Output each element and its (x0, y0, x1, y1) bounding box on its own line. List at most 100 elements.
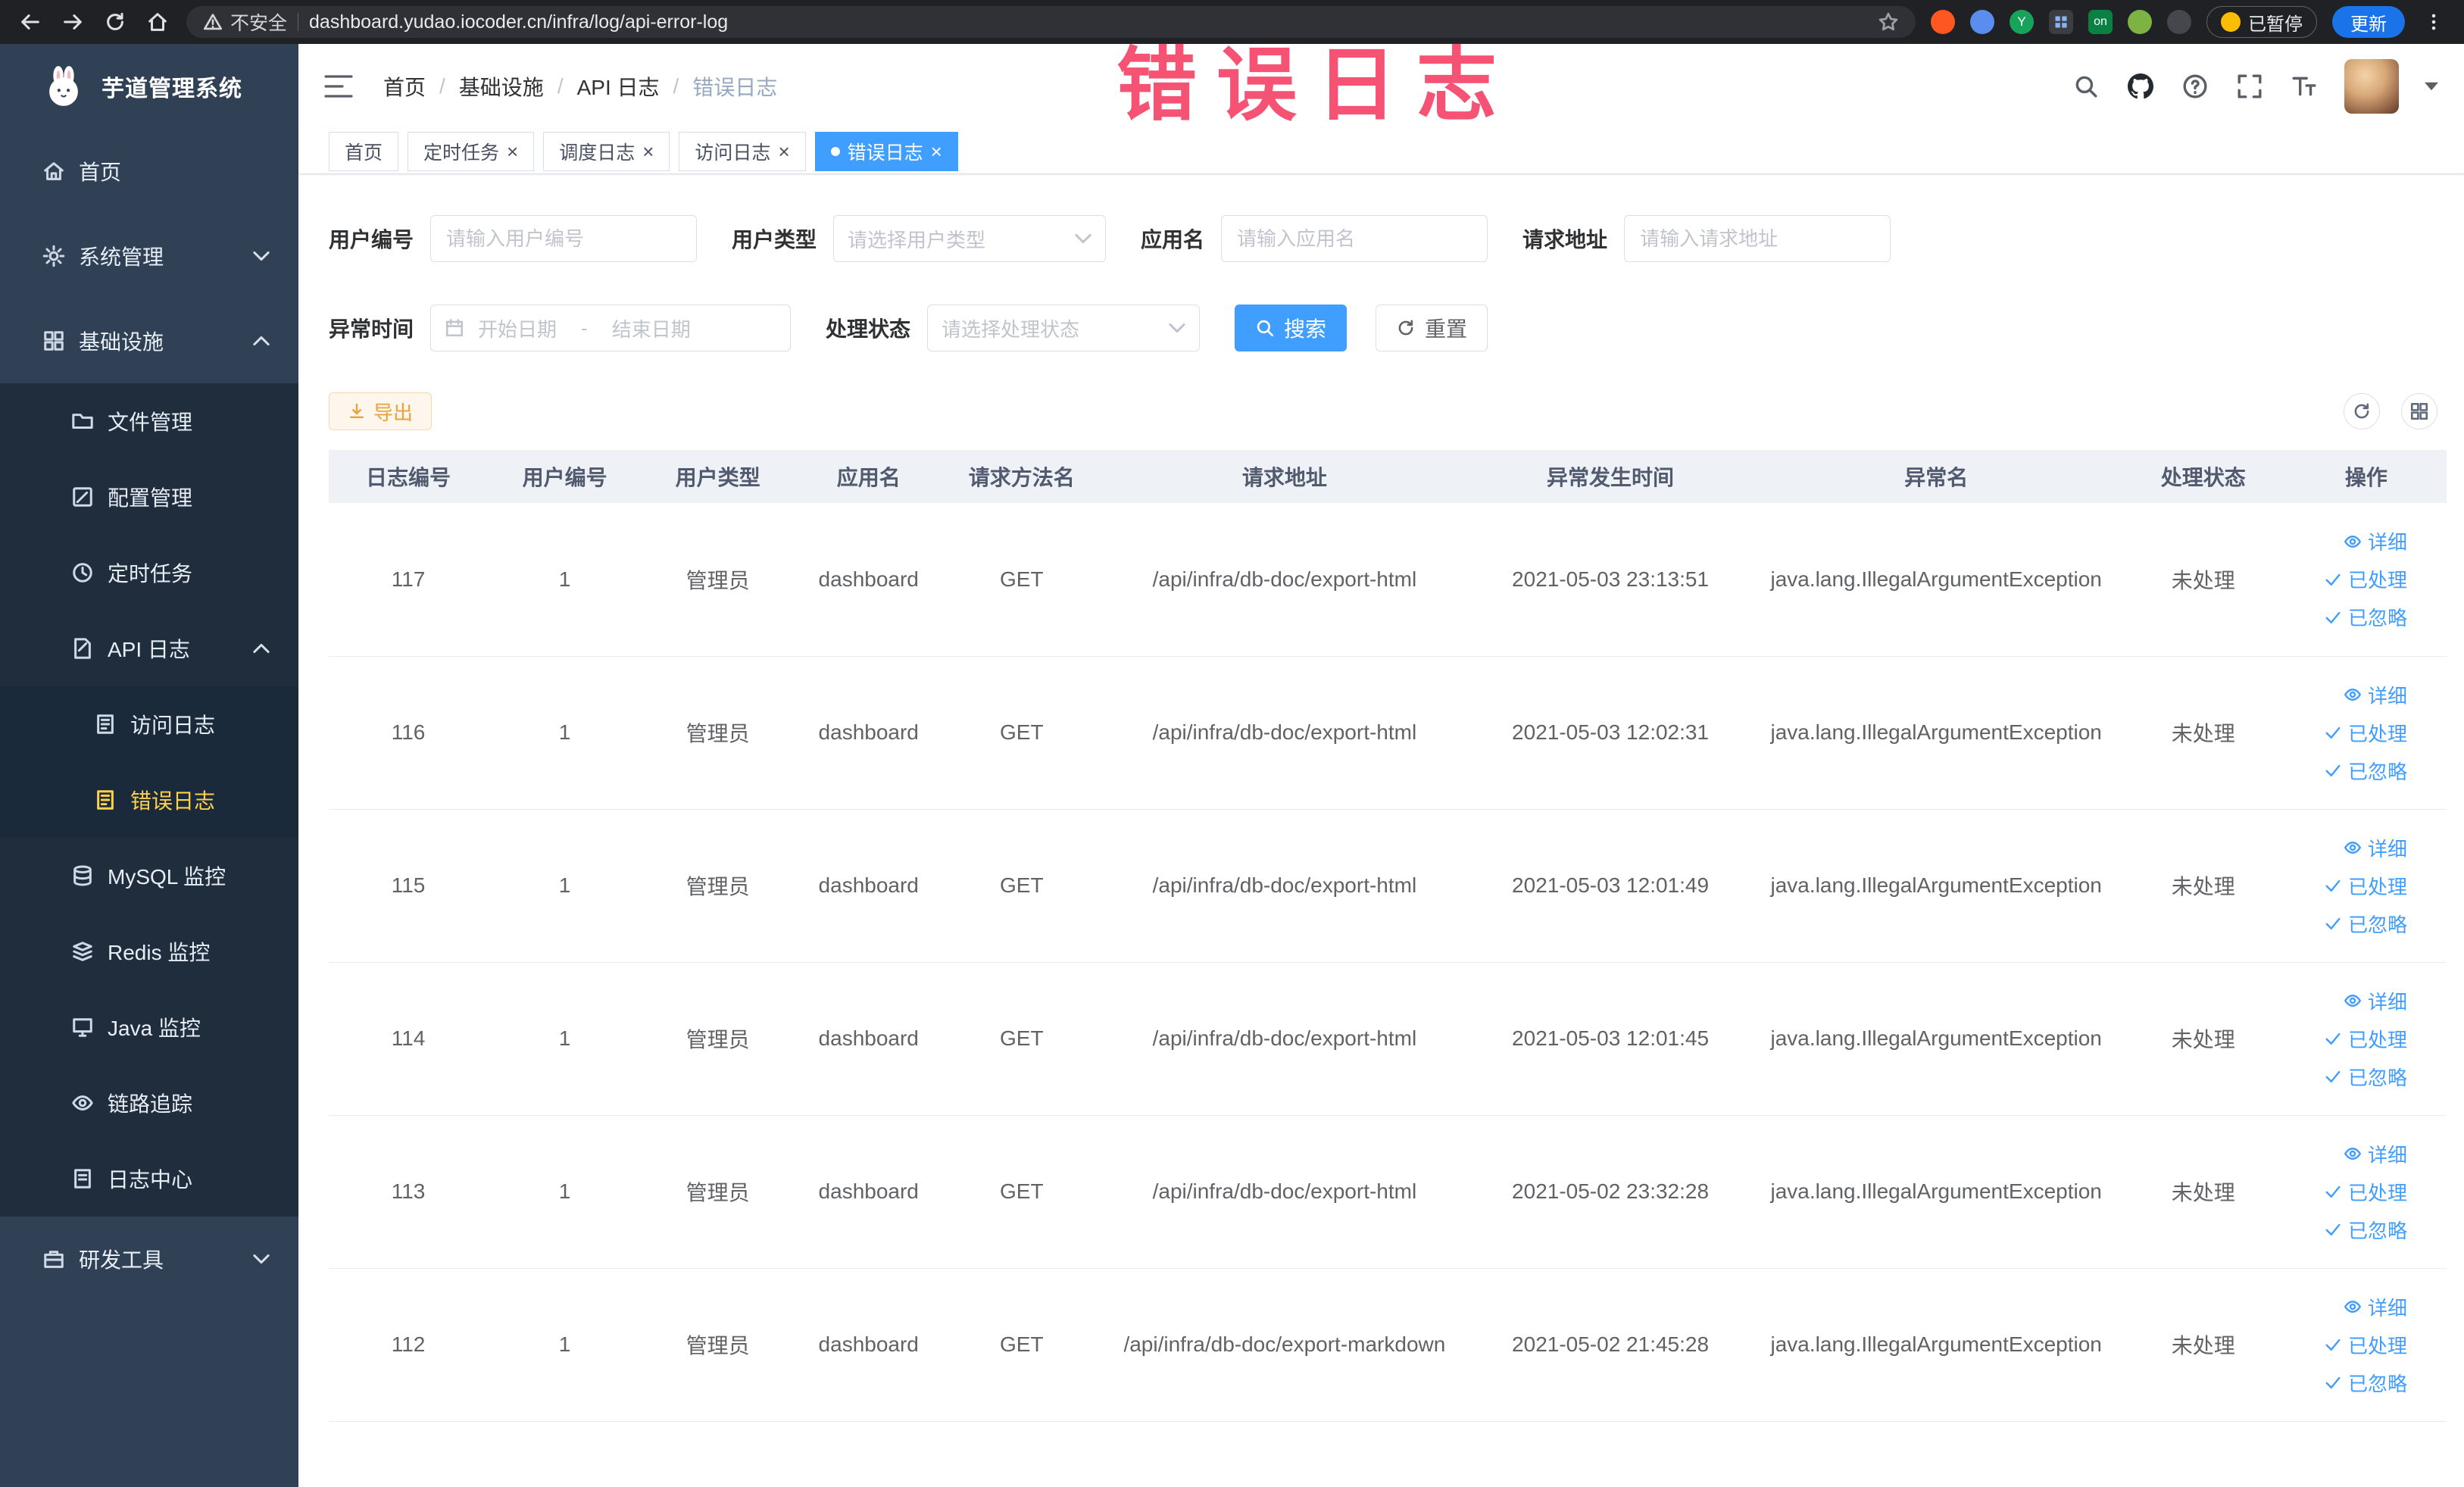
hamburger-icon[interactable] (324, 74, 353, 98)
detail-link[interactable]: 详细 (2286, 676, 2407, 714)
tab-close-icon[interactable]: × (507, 142, 518, 161)
detail-link[interactable]: 详细 (2286, 829, 2407, 867)
extension-grid-icon[interactable] (2049, 10, 2073, 34)
process-status-select[interactable]: 请选择处理状态 (927, 305, 1201, 351)
breadcrumb-infrastructure[interactable]: 基础设施 (459, 71, 544, 102)
fullscreen-icon[interactable] (2235, 72, 2264, 101)
breadcrumb-api-logs[interactable]: API 日志 (577, 71, 660, 102)
extension-orange-icon[interactable] (1931, 10, 1955, 34)
reset-button[interactable]: 重置 (1376, 305, 1488, 351)
detail-link[interactable]: 详细 (2286, 982, 2407, 1020)
mark-processed-link[interactable]: 已处理 (2286, 714, 2407, 751)
mark-ignored-link[interactable]: 已忽略 (2286, 751, 2407, 789)
cell-exception-time: 2021-05-02 23:32:28 (1469, 1115, 1752, 1269)
breadcrumb-separator: / (439, 74, 445, 98)
search-icon[interactable] (2072, 72, 2100, 101)
tab-access-log[interactable]: 访问日志 × (679, 131, 806, 171)
schedule-icon (71, 561, 94, 584)
select-placeholder: 请选择用户类型 (848, 228, 986, 251)
back-icon[interactable] (17, 8, 44, 36)
filter-exception-time: 异常时间 开始日期 - 结束日期 (329, 305, 792, 351)
extension-green-icon[interactable]: Y (2010, 10, 2034, 34)
sidebar-item-redis-monitor[interactable]: Redis 监控 (0, 914, 298, 989)
sidebar-item-mysql-monitor[interactable]: MySQL 监控 (0, 838, 298, 914)
update-label: 更新 (2350, 14, 2387, 35)
forward-icon[interactable] (59, 8, 86, 36)
user-type-select[interactable]: 请选择用户类型 (833, 215, 1107, 262)
tab-close-icon[interactable]: × (778, 142, 789, 161)
detail-label: 详细 (2367, 531, 2407, 555)
paused-pill-button[interactable]: 已暂停 (2206, 6, 2317, 38)
tab-schedule-log[interactable]: 调度日志 × (543, 131, 670, 171)
sidebar-item-java-monitor[interactable]: Java 监控 (0, 989, 298, 1065)
redis-icon (71, 940, 94, 963)
mark-ignored-link[interactable]: 已忽略 (2286, 1057, 2407, 1095)
cell-app-name: dashboard (794, 1268, 944, 1422)
cell-exception-time: 2021-05-03 12:01:49 (1469, 809, 1752, 963)
cell-actions: 详细 已处理 已忽略 (2285, 1115, 2447, 1269)
sidebar-item-system-management[interactable]: 系统管理 (0, 214, 298, 298)
tab-close-icon[interactable]: × (642, 142, 654, 161)
sidebar-item-access-log[interactable]: 访问日志 (0, 686, 298, 762)
mark-processed-link[interactable]: 已处理 (2286, 1173, 2407, 1211)
reload-icon[interactable] (101, 8, 129, 36)
sidebar-item-file-management[interactable]: 文件管理 (0, 383, 298, 459)
sidebar-item-infrastructure[interactable]: 基础设施 (0, 298, 298, 383)
tab-label: 首页 (345, 142, 383, 164)
sidebar-item-scheduled-tasks[interactable]: 定时任务 (0, 535, 298, 611)
mark-ignored-link[interactable]: 已忽略 (2286, 1364, 2407, 1401)
cell-exception-name: java.lang.IllegalArgumentException (1751, 1268, 2121, 1422)
mark-ignored-link[interactable]: 已忽略 (2286, 598, 2407, 636)
detail-link[interactable]: 详细 (2286, 1288, 2407, 1326)
tab-home[interactable]: 首页 (329, 131, 399, 171)
address-bar[interactable]: 不安全 dashboard.yudao.iocoder.cn/infra/log… (186, 6, 1916, 38)
browser-menu-icon[interactable] (2420, 8, 2447, 36)
cell-user-type: 管理员 (642, 1268, 795, 1422)
extension-drop-icon[interactable] (1970, 10, 1994, 34)
sidebar-item-label: 首页 (79, 161, 122, 184)
cell-app-name: dashboard (794, 962, 944, 1116)
sidebar-item-log-center[interactable]: 日志中心 (0, 1141, 298, 1217)
sidebar-item-error-log[interactable]: 错误日志 (0, 762, 298, 838)
mark-ignored-link[interactable]: 已忽略 (2286, 904, 2407, 942)
help-icon[interactable] (2181, 72, 2209, 101)
detail-link[interactable]: 详细 (2286, 523, 2407, 561)
refresh-table-button[interactable] (2344, 393, 2380, 430)
request-url-input[interactable] (1624, 215, 1891, 262)
mark-processed-link[interactable]: 已处理 (2286, 1020, 2407, 1057)
mark-processed-link[interactable]: 已处理 (2286, 867, 2407, 904)
search-button[interactable]: 搜索 (1235, 305, 1348, 351)
column-settings-button[interactable] (2401, 393, 2437, 430)
tab-scheduled-tasks[interactable]: 定时任务 × (408, 131, 535, 171)
github-icon[interactable] (2126, 72, 2155, 101)
font-size-icon[interactable] (2290, 72, 2319, 101)
devtools-icon (42, 1248, 65, 1270)
extension-leaf-icon[interactable] (2128, 10, 2152, 34)
extension-paw-icon[interactable] (2167, 10, 2191, 34)
tab-close-icon[interactable]: × (931, 142, 942, 161)
breadcrumb-home[interactable]: 首页 (383, 71, 426, 102)
sidebar-item-home[interactable]: 首页 (0, 129, 298, 214)
sidebar-item-api-logs[interactable]: API 日志 (0, 611, 298, 686)
home-nav-icon[interactable] (144, 8, 171, 36)
avatar-caret-icon[interactable] (2425, 82, 2438, 91)
processed-label: 已处理 (2347, 1028, 2407, 1051)
detail-link[interactable]: 详细 (2286, 1135, 2407, 1173)
mark-ignored-link[interactable]: 已忽略 (2286, 1211, 2407, 1248)
sidebar-item-devtools[interactable]: 研发工具 (0, 1217, 298, 1301)
sidebar-item-trace[interactable]: 链路追踪 (0, 1065, 298, 1141)
logo-area[interactable]: 芋道管理系统 (0, 44, 298, 129)
mark-processed-link[interactable]: 已处理 (2286, 1326, 2407, 1364)
sidebar-item-config-management[interactable]: 配置管理 (0, 459, 298, 535)
app-name-input[interactable] (1221, 215, 1488, 262)
user-id-input[interactable] (430, 215, 698, 262)
bookmark-star-icon[interactable] (1878, 11, 1899, 33)
update-button[interactable]: 更新 (2332, 6, 2405, 38)
mark-processed-link[interactable]: 已处理 (2286, 561, 2407, 598)
date-range-picker[interactable]: 开始日期 - 结束日期 (430, 305, 792, 351)
avatar[interactable] (2344, 59, 2399, 114)
export-button[interactable]: 导出 (329, 392, 433, 430)
cell-request-url: /api/infra/db-doc/export-markdown (1100, 1268, 1469, 1422)
tab-error-log[interactable]: 错误日志 × (814, 131, 958, 171)
extension-on-badge[interactable]: on (2088, 10, 2113, 34)
